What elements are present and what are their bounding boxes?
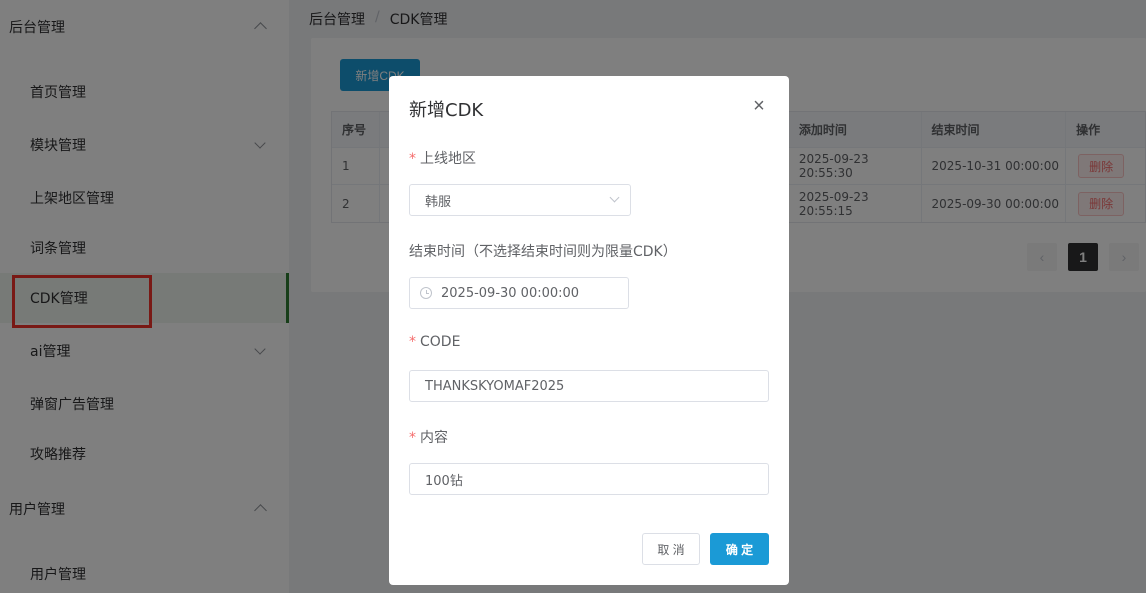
region-select-value: 韩服 [425, 194, 452, 210]
code-input[interactable]: THANKSKYOMAF2025 [409, 370, 769, 402]
content-input[interactable]: 100钻 [409, 463, 769, 495]
required-mark: * [409, 334, 416, 350]
content-label-text: 内容 [420, 430, 448, 446]
end-time-label: 结束时间（不选择结束时间则为限量CDK） [409, 244, 677, 260]
confirm-button[interactable]: 确 定 [710, 533, 769, 565]
required-mark: * [409, 430, 416, 446]
code-input-value: THANKSKYOMAF2025 [425, 378, 565, 394]
end-time-value: 2025-09-30 00:00:00 [441, 285, 580, 301]
dialog-title: 新增CDK [409, 100, 484, 121]
chevron-down-icon [609, 192, 620, 203]
region-label-text: 上线地区 [420, 151, 476, 167]
close-icon[interactable]: × [751, 96, 767, 116]
required-mark: * [409, 151, 416, 167]
code-label-text: CODE [420, 334, 461, 350]
region-label: * 上线地区 [409, 148, 476, 168]
content-label: * 内容 [409, 427, 448, 447]
code-label: * CODE [409, 334, 460, 350]
add-cdk-dialog: 新增CDK × * 上线地区 韩服 结束时间（不选择结束时间则为限量CDK） 20… [389, 76, 789, 585]
content-input-value: 100钻 [425, 473, 463, 489]
clock-icon [420, 287, 432, 299]
end-time-picker[interactable]: 2025-09-30 00:00:00 [409, 277, 629, 309]
region-select[interactable]: 韩服 [409, 184, 631, 216]
cancel-button[interactable]: 取 消 [642, 533, 700, 565]
